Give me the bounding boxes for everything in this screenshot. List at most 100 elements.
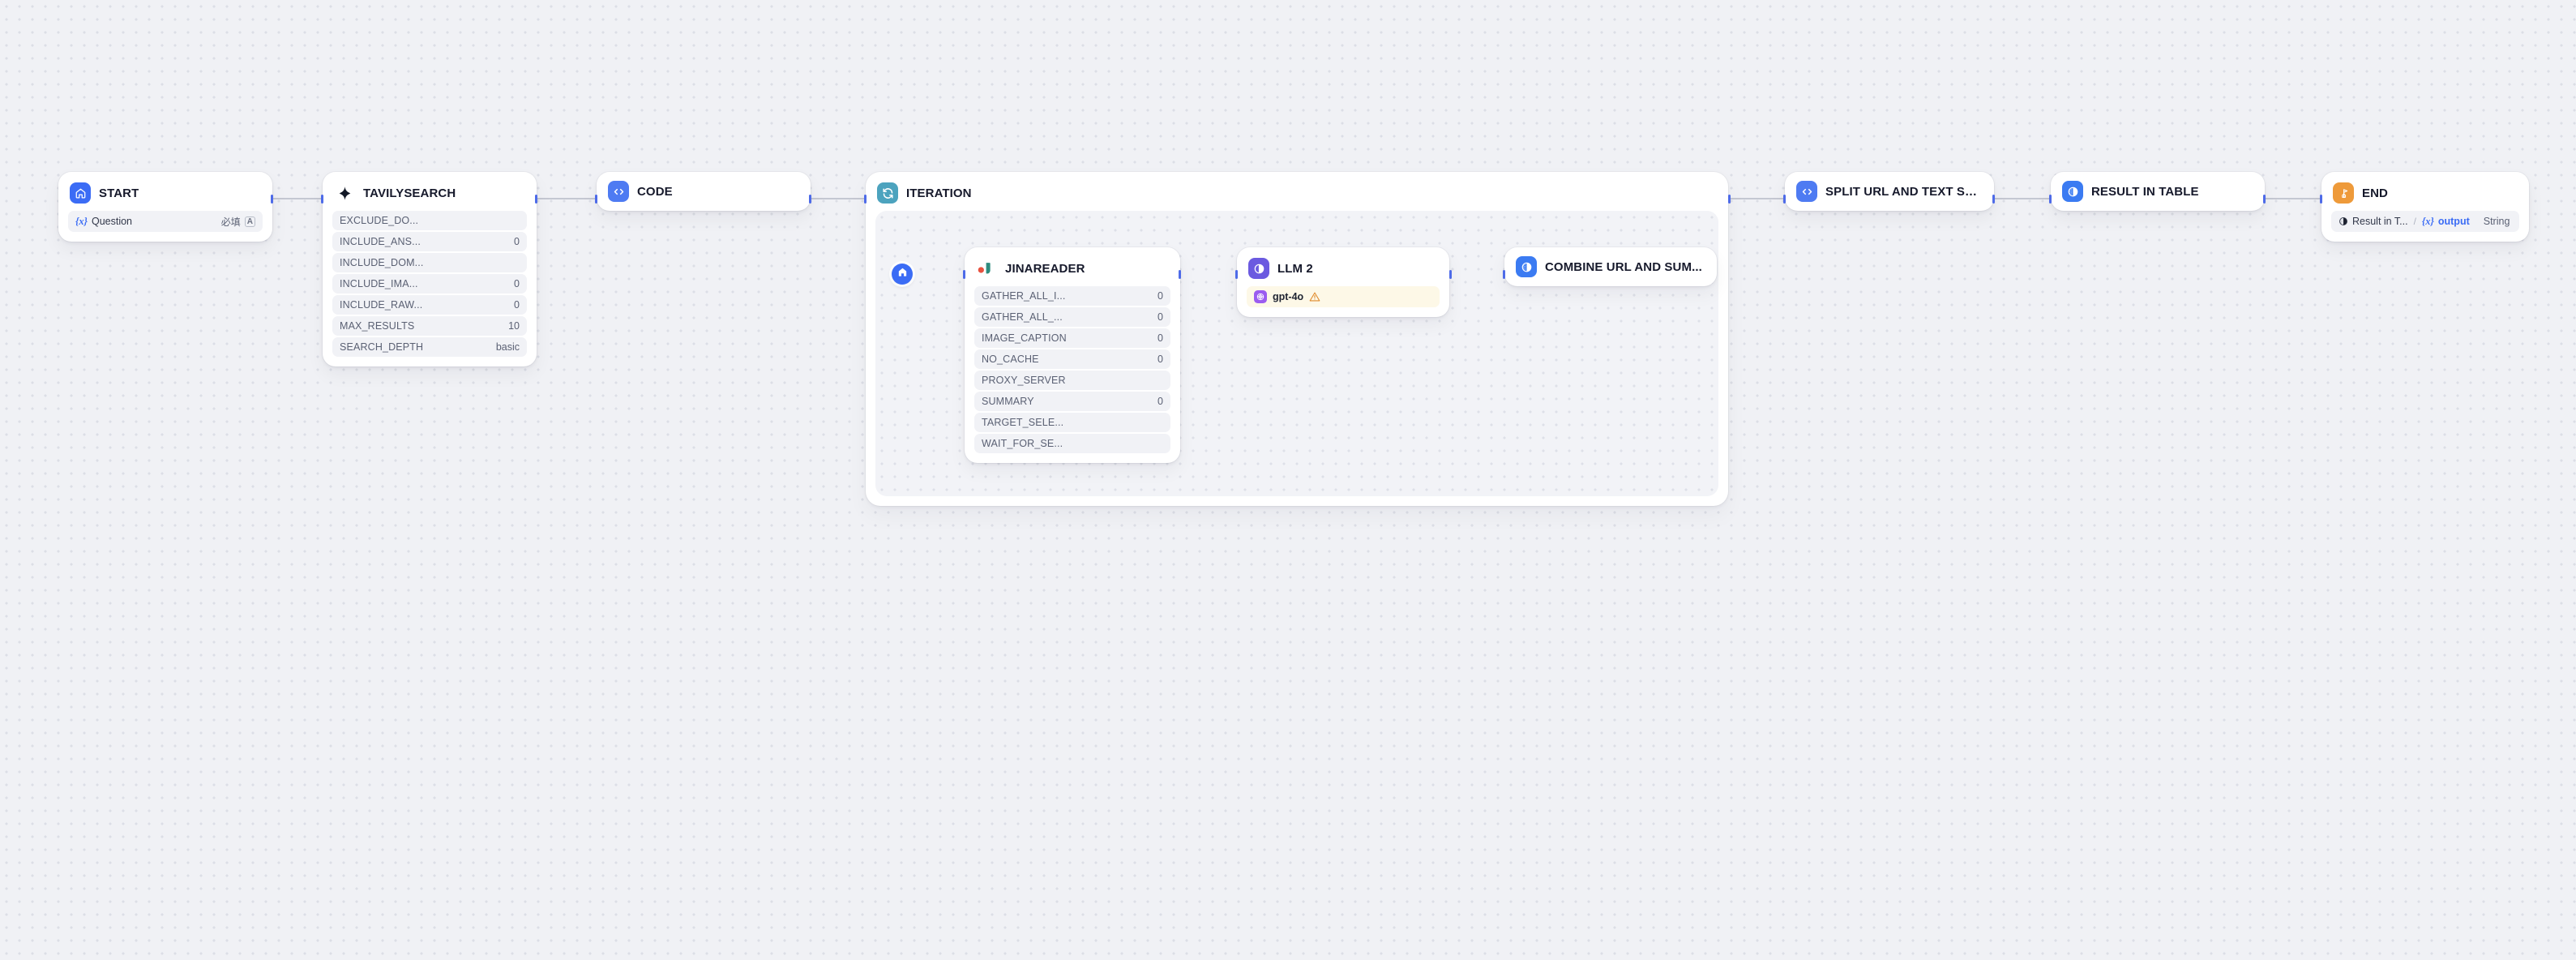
- combine-header: COMBINE URL AND SUM...: [1504, 247, 1717, 286]
- handle-llm2-out[interactable]: [1449, 270, 1452, 279]
- openai-icon: [1254, 290, 1267, 303]
- output-separator: /: [2413, 216, 2416, 227]
- variable-prefix-icon: {x}: [2421, 215, 2434, 227]
- param-row[interactable]: EXCLUDE_DO...: [332, 211, 527, 230]
- output-type: String: [2483, 216, 2510, 227]
- param-value: 0: [514, 299, 520, 311]
- tavilysearch-header: TAVILYSEARCH: [323, 172, 537, 211]
- param-key: INCLUDE_IMA...: [340, 278, 418, 289]
- handle-code-out[interactable]: [809, 195, 811, 204]
- output-name: output: [2437, 216, 2470, 227]
- handle-tavily-out[interactable]: [535, 195, 537, 204]
- param-value: 0: [1157, 311, 1163, 323]
- param-row[interactable]: WAIT_FOR_SE...: [974, 434, 1170, 453]
- param-row[interactable]: PROXY_SERVER: [974, 371, 1170, 390]
- handle-code-in[interactable]: [595, 195, 597, 204]
- param-value: basic: [495, 341, 520, 353]
- handle-llm2-in[interactable]: [1235, 270, 1238, 279]
- jinareader-header: JINAREADER: [965, 247, 1180, 286]
- param-row[interactable]: SUMMARY 0: [974, 392, 1170, 411]
- iteration-start-node[interactable]: [892, 264, 913, 285]
- split-header: SPLIT URL AND TEXT SU...: [1785, 172, 1994, 211]
- code-header: CODE: [597, 172, 811, 211]
- param-key: GATHER_ALL_...: [982, 311, 1063, 323]
- handle-jinareader-out[interactable]: [1179, 270, 1181, 279]
- node-jinareader[interactable]: JINAREADER GATHER_ALL_I... 0 GATHER_ALL_…: [965, 247, 1180, 463]
- node-result-in-table[interactable]: RESULT IN TABLE: [2051, 172, 2265, 211]
- iteration-header: ITERATION: [866, 172, 1728, 211]
- required-label: 必填: [220, 216, 241, 228]
- jina-logo-icon: [976, 258, 997, 279]
- param-row[interactable]: TARGET_SELE...: [974, 413, 1170, 432]
- param-row[interactable]: SEARCH_DEPTH basic: [332, 337, 527, 357]
- param-row[interactable]: NO_CACHE 0: [974, 349, 1170, 369]
- start-variable-row[interactable]: {x} Question 必填 A: [68, 211, 263, 232]
- combine-title: COMBINE URL AND SUM...: [1545, 259, 1702, 274]
- start-variables: {x} Question 必填 A: [58, 211, 272, 242]
- end-outputs: Result in T... / {x} output String: [2321, 211, 2529, 242]
- param-key: SEARCH_DEPTH: [340, 341, 424, 353]
- handle-combine-in[interactable]: [1503, 270, 1505, 279]
- param-row[interactable]: GATHER_ALL_... 0: [974, 307, 1170, 327]
- jinareader-params: GATHER_ALL_I... 0 GATHER_ALL_... 0 IMAGE…: [965, 286, 1180, 463]
- handle-jinareader-in[interactable]: [963, 270, 965, 279]
- param-row[interactable]: IMAGE_CAPTION 0: [974, 328, 1170, 348]
- param-key: INCLUDE_RAW...: [340, 299, 423, 311]
- llm-circle-icon: [1248, 258, 1269, 279]
- param-row[interactable]: GATHER_ALL_I... 0: [974, 286, 1170, 306]
- node-end[interactable]: END Result in T... / {x} output String: [2321, 172, 2529, 242]
- start-title: START: [99, 186, 139, 200]
- template-transform-icon: [2062, 181, 2083, 202]
- end-output-row[interactable]: Result in T... / {x} output String: [2331, 211, 2519, 232]
- param-key: PROXY_SERVER: [982, 375, 1066, 386]
- code-title: CODE: [637, 184, 673, 199]
- node-combine[interactable]: COMBINE URL AND SUM...: [1504, 247, 1717, 286]
- node-start[interactable]: START {x} Question 必填 A: [58, 172, 272, 242]
- home-icon: [897, 267, 908, 281]
- param-key: SUMMARY: [982, 396, 1034, 407]
- variable-prefix-icon: {x}: [75, 215, 88, 227]
- param-value: 0: [1157, 396, 1163, 407]
- start-header: START: [58, 172, 272, 211]
- param-key: IMAGE_CAPTION: [982, 332, 1067, 344]
- handle-result-in[interactable]: [2049, 195, 2052, 204]
- variable-name: Question: [91, 216, 132, 227]
- node-code[interactable]: CODE: [597, 172, 811, 211]
- iteration-title: ITERATION: [906, 186, 972, 200]
- handle-start-out[interactable]: [271, 195, 273, 204]
- llm2-header: LLM 2: [1237, 247, 1449, 286]
- node-tavilysearch[interactable]: TAVILYSEARCH EXCLUDE_DO... INCLUDE_ANS..…: [323, 172, 537, 366]
- warning-triangle-icon[interactable]: [1309, 291, 1320, 302]
- param-key: GATHER_ALL_I...: [982, 290, 1066, 302]
- param-row[interactable]: INCLUDE_DOM...: [332, 253, 527, 272]
- result-in-table-header: RESULT IN TABLE: [2051, 172, 2265, 211]
- node-llm2[interactable]: LLM 2 gpt-4o: [1237, 247, 1449, 317]
- param-row[interactable]: INCLUDE_ANS... 0: [332, 232, 527, 251]
- variable-meta: 必填 A: [221, 215, 255, 229]
- node-split[interactable]: SPLIT URL AND TEXT SU...: [1785, 172, 1994, 211]
- handle-end-in[interactable]: [2320, 195, 2322, 204]
- output-source: Result in T...: [2352, 216, 2408, 227]
- param-row[interactable]: MAX_RESULTS 10: [332, 316, 527, 336]
- end-title: END: [2362, 186, 2388, 200]
- param-key: EXCLUDE_DO...: [340, 215, 419, 226]
- param-row[interactable]: INCLUDE_RAW... 0: [332, 295, 527, 315]
- handle-iteration-out[interactable]: [1728, 195, 1731, 204]
- handle-split-out[interactable]: [1992, 195, 1995, 204]
- param-key: NO_CACHE: [982, 354, 1039, 365]
- param-key: TARGET_SELE...: [982, 417, 1064, 428]
- sparkle-star-icon: [334, 182, 355, 204]
- handle-result-out[interactable]: [2263, 195, 2266, 204]
- param-row[interactable]: INCLUDE_IMA... 0: [332, 274, 527, 294]
- handle-split-in[interactable]: [1783, 195, 1786, 204]
- handle-tavily-in[interactable]: [321, 195, 323, 204]
- param-key: WAIT_FOR_SE...: [982, 438, 1063, 449]
- handle-iteration-in[interactable]: [864, 195, 867, 204]
- template-transform-icon: [1516, 256, 1537, 277]
- param-value: 10: [508, 320, 520, 332]
- llm2-model-badge[interactable]: gpt-4o: [1247, 286, 1440, 307]
- finish-flag-icon: [2333, 182, 2354, 204]
- workflow-canvas[interactable]: ITERATION START {x} Question 必填 A TAVILY…: [0, 0, 2576, 960]
- param-value: 0: [1157, 290, 1163, 302]
- code-brackets-icon: [608, 181, 629, 202]
